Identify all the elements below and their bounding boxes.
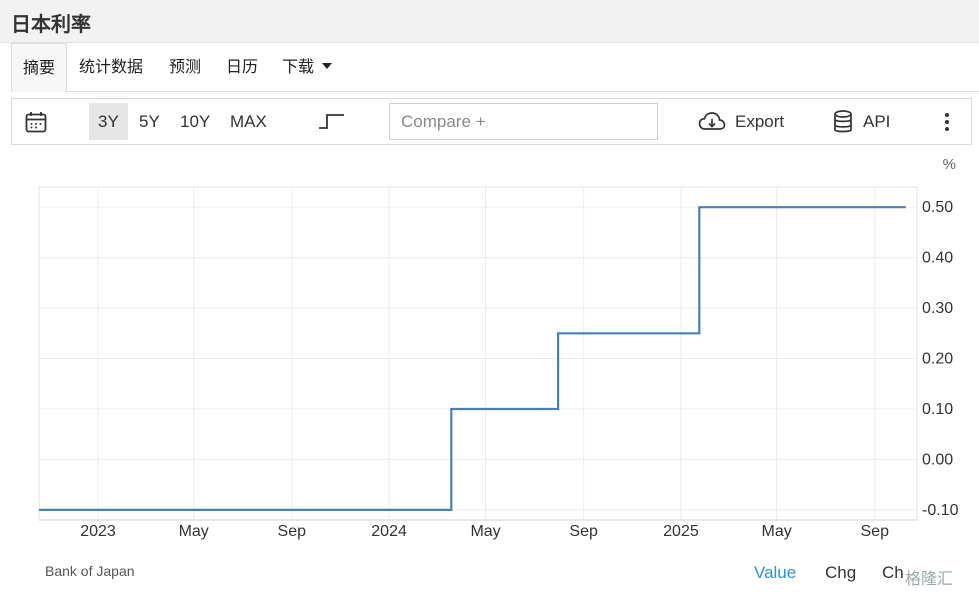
x-tick-label: May bbox=[179, 523, 209, 540]
x-tick-label: Sep bbox=[569, 523, 598, 540]
x-tick-label: 2025 bbox=[663, 523, 699, 540]
x-tick-label: Sep bbox=[278, 523, 307, 540]
chart-frame bbox=[38, 186, 918, 521]
tab-summary[interactable]: 摘要 bbox=[11, 43, 68, 92]
source-label: Bank of Japan bbox=[45, 563, 135, 579]
range-10y-button[interactable]: 10Y bbox=[171, 99, 219, 144]
caret-down-icon bbox=[322, 63, 333, 69]
chart-area: -0.10 0.00 0.10 0.20 0.30 0.40 0.50 2023 May Sep… bbox=[0, 145, 979, 594]
interest-rate-chart: -0.10 0.00 0.10 0.20 0.30 0.40 0.50 2023 May Sep… bbox=[38, 156, 959, 540]
y-tick-label: 0.50 bbox=[922, 199, 953, 216]
export-button[interactable]: Export bbox=[735, 99, 784, 144]
title-bar: 日本利率 bbox=[0, 0, 979, 43]
tab-calendar[interactable]: 日历 bbox=[226, 43, 258, 92]
tab-statistics[interactable]: 统计数据 bbox=[79, 43, 143, 92]
api-button[interactable]: API bbox=[863, 99, 890, 144]
tab-download[interactable]: 下载 bbox=[282, 43, 333, 92]
x-tick-label: 2023 bbox=[80, 523, 116, 540]
page-title: 日本利率 bbox=[11, 12, 91, 36]
range-5y-button[interactable]: 5Y bbox=[130, 99, 169, 144]
x-tick-label: May bbox=[762, 523, 792, 540]
y-tick-label: 0.30 bbox=[922, 300, 953, 317]
calendar-icon[interactable] bbox=[25, 111, 47, 133]
chart-toolbar: 3Y 5Y 10Y MAX Export API bbox=[11, 98, 972, 145]
cloud-download-icon[interactable] bbox=[698, 111, 726, 133]
tab-download-label: 下载 bbox=[282, 57, 315, 76]
footer-tab-chg-percent[interactable]: Ch bbox=[882, 563, 904, 583]
compare-field[interactable] bbox=[389, 103, 658, 140]
x-tick-label: Sep bbox=[861, 523, 890, 540]
y-tick-label: -0.10 bbox=[922, 502, 959, 519]
plot-border bbox=[38, 186, 918, 521]
y-tick-label: 0.00 bbox=[922, 451, 953, 468]
y-axis-unit-label: % bbox=[943, 156, 956, 173]
y-axis: -0.10 0.00 0.10 0.20 0.30 0.40 0.50 bbox=[922, 199, 959, 519]
x-tick-label: May bbox=[470, 523, 500, 540]
footer-tab-chg[interactable]: Chg bbox=[825, 563, 856, 583]
chart-grid bbox=[39, 187, 917, 520]
x-tick-label: 2024 bbox=[371, 523, 407, 540]
range-3y-button[interactable]: 3Y bbox=[89, 103, 128, 140]
range-max-button[interactable]: MAX bbox=[221, 99, 276, 144]
y-tick-label: 0.10 bbox=[922, 401, 953, 418]
compare-input[interactable] bbox=[390, 104, 657, 139]
more-vertical-icon[interactable] bbox=[944, 112, 950, 132]
watermark-logo: 格隆汇 bbox=[905, 569, 954, 588]
y-tick-label: 0.20 bbox=[922, 351, 953, 368]
step-line-icon[interactable] bbox=[318, 111, 346, 131]
tab-forecast[interactable]: 预测 bbox=[169, 43, 201, 92]
nav-tabs: 摘要 统计数据 预测 日历 下载 bbox=[11, 43, 979, 92]
database-icon[interactable] bbox=[833, 110, 853, 134]
x-axis: 2023 May Sep 2024 May Sep 2025 May Sep bbox=[80, 523, 889, 540]
footer-tab-value[interactable]: Value bbox=[754, 563, 796, 583]
y-tick-label: 0.40 bbox=[922, 250, 953, 267]
